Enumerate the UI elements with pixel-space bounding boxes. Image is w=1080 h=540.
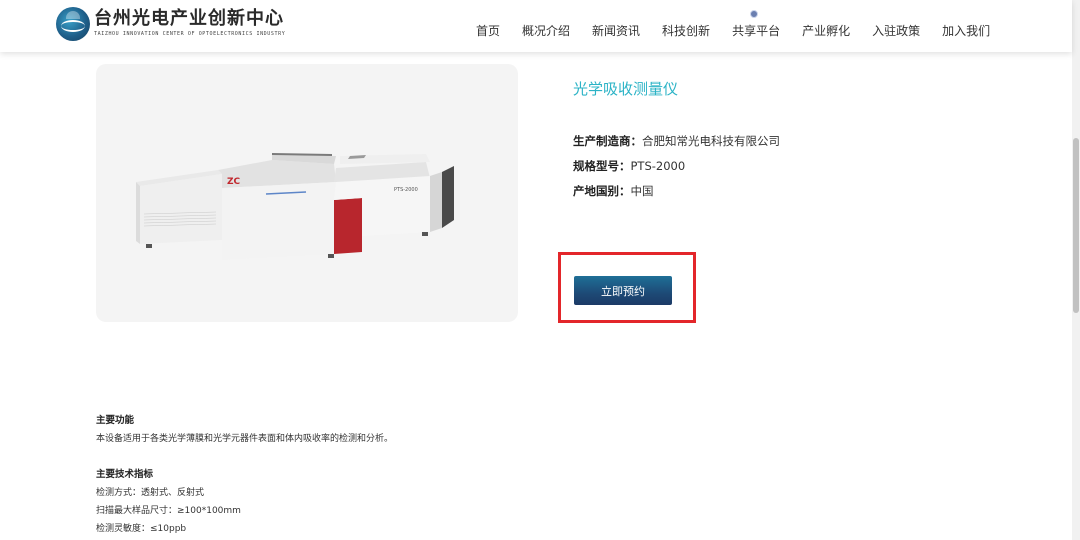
logo-title-en: TAIZHOU INNOVATION CENTER OF OPTOELECTRO… xyxy=(94,31,286,37)
tech-spec-line: 检测灵敏度：≤10ppb xyxy=(96,524,187,534)
site-logo[interactable]: 台州光电产业创新中心 TAIZHOU INNOVATION CENTER OF … xyxy=(56,7,285,41)
instrument-brand-mark: ZC xyxy=(227,177,241,187)
logo-emblem-icon xyxy=(56,7,90,41)
nav-item-news[interactable]: 新闻资讯 xyxy=(592,22,640,39)
nav-item-shared-platform-label: 共享平台 xyxy=(732,24,781,38)
spec-manufacturer-label: 生产制造商： xyxy=(573,134,642,148)
main-function-heading: 主要功能 xyxy=(96,415,135,426)
page-scrollbar-track[interactable] xyxy=(1072,0,1080,540)
tech-spec-line: 检测方式：透射式、反射式 xyxy=(96,488,205,498)
spec-manufacturer: 生产制造商：合肥知常光电科技有限公司 xyxy=(573,133,780,149)
spec-origin-value: 中国 xyxy=(630,184,654,198)
nav-item-overview[interactable]: 概况介绍 xyxy=(522,22,570,39)
instrument-model-label: PTS-2000 xyxy=(394,187,418,193)
nav-item-join-us[interactable]: 加入我们 xyxy=(942,22,990,39)
nav-item-incubation[interactable]: 产业孵化 xyxy=(802,22,850,39)
reserve-now-button[interactable]: 立即预约 xyxy=(574,276,672,305)
product-title: 光学吸收测量仪 xyxy=(573,80,679,98)
product-image: ZC PTS-2000 xyxy=(96,64,518,322)
instrument-illustration xyxy=(136,153,454,260)
site-header: 台州光电产业创新中心 TAIZHOU INNOVATION CENTER OF … xyxy=(0,0,1072,52)
tech-spec-line: 扫描最大样品尺寸：≥100*100mm xyxy=(96,506,241,516)
nav-item-home[interactable]: 首页 xyxy=(476,22,500,39)
spec-model: 规格型号：PTS-2000 xyxy=(573,158,685,174)
spec-origin: 产地国别：中国 xyxy=(573,183,654,199)
logo-text: 台州光电产业创新中心 TAIZHOU INNOVATION CENTER OF … xyxy=(94,9,285,39)
nav-item-shared-platform[interactable]: 共享平台 xyxy=(732,10,781,39)
spec-model-value: PTS-2000 xyxy=(630,159,686,173)
nav-item-policy[interactable]: 入驻政策 xyxy=(872,22,920,39)
main-function-text: 本设备适用于各类光学薄膜和光学元器件表面和体内吸收率的检测和分析。 xyxy=(96,434,394,444)
globe-icon xyxy=(750,10,759,18)
spec-model-label: 规格型号： xyxy=(573,159,631,173)
tech-spec-heading: 主要技术指标 xyxy=(96,469,154,480)
spec-manufacturer-value: 合肥知常光电科技有限公司 xyxy=(642,134,780,148)
spec-origin-label: 产地国别： xyxy=(573,184,631,198)
main-nav: 首页 概况介绍 新闻资讯 科技创新 共享平台 产业孵化 入驻政策 加入我们 xyxy=(476,10,1012,39)
nav-item-innovation[interactable]: 科技创新 xyxy=(662,22,710,39)
logo-title-cn: 台州光电产业创新中心 xyxy=(94,8,284,29)
page-scrollbar-thumb[interactable] xyxy=(1073,138,1079,313)
